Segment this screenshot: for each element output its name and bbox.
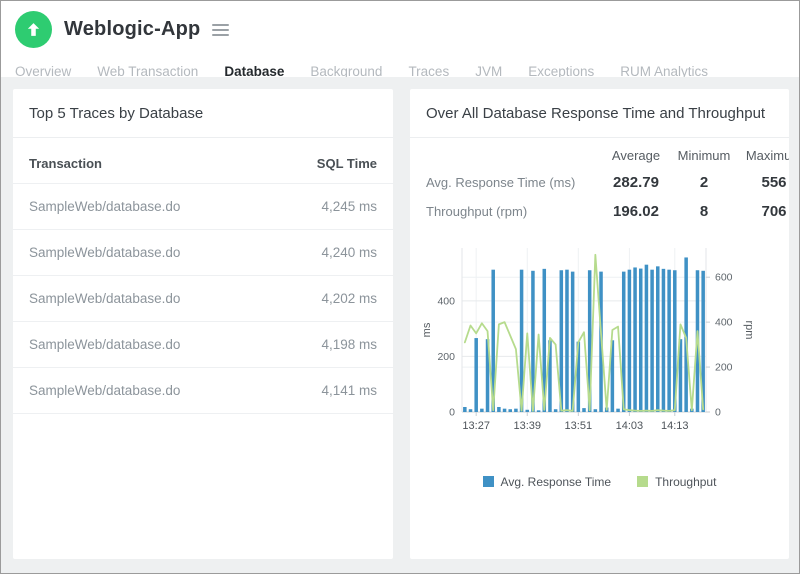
transaction-name[interactable]: SampleWeb/database.do bbox=[13, 229, 266, 275]
svg-text:13:39: 13:39 bbox=[513, 420, 541, 432]
content-area: Top 5 Traces by Database Transaction SQL… bbox=[1, 77, 799, 573]
svg-text:0: 0 bbox=[449, 406, 455, 418]
table-row[interactable]: SampleWeb/database.do 4,198 ms bbox=[13, 321, 393, 367]
stats-summary: Average Minimum Maximum Avg. Response Ti… bbox=[410, 138, 789, 234]
svg-text:14:03: 14:03 bbox=[616, 420, 644, 432]
chart-container: 0 200 400 0 200 400 600 ms rpm 13:27 13:39 13:51 14:… bbox=[416, 240, 789, 453]
svg-text:400: 400 bbox=[437, 295, 455, 307]
page-title: Weblogic-App bbox=[64, 18, 200, 41]
legend-swatch-blue bbox=[483, 476, 494, 487]
column-sql-time: SQL Time bbox=[266, 138, 393, 184]
svg-text:13:27: 13:27 bbox=[462, 420, 490, 432]
transaction-name[interactable]: SampleWeb/database.do bbox=[13, 367, 266, 413]
table-row[interactable]: SampleWeb/database.do 4,240 ms bbox=[13, 229, 393, 275]
top-traces-panel: Top 5 Traces by Database Transaction SQL… bbox=[13, 89, 393, 559]
svg-text:200: 200 bbox=[715, 361, 733, 373]
avg-response-maximum: 556 bbox=[736, 173, 789, 191]
traces-table: Transaction SQL Time SampleWeb/database.… bbox=[13, 138, 393, 414]
legend-label: Throughput bbox=[655, 475, 716, 489]
sql-time-value: 4,141 ms bbox=[266, 367, 393, 413]
legend-swatch-green bbox=[637, 476, 648, 487]
app-header: Weblogic-App bbox=[1, 1, 799, 50]
response-throughput-chart[interactable]: 0 200 400 0 200 400 600 ms rpm 13:27 13:39 13:51 14:… bbox=[416, 240, 756, 448]
transaction-name[interactable]: SampleWeb/database.do bbox=[13, 275, 266, 321]
stats-label: Avg. Response Time (ms) bbox=[426, 173, 600, 193]
arrow-up-icon bbox=[25, 21, 42, 38]
throughput-maximum: 706 bbox=[736, 202, 789, 220]
panel-title-response-throughput: Over All Database Response Time and Thro… bbox=[410, 89, 789, 138]
svg-text:0: 0 bbox=[715, 406, 721, 418]
sql-time-value: 4,245 ms bbox=[266, 183, 393, 229]
svg-text:13:51: 13:51 bbox=[565, 420, 593, 432]
stats-label: Throughput (rpm) bbox=[426, 202, 600, 222]
chart-legend: Avg. Response Time Throughput bbox=[410, 475, 789, 489]
response-throughput-panel: Over All Database Response Time and Thro… bbox=[410, 89, 789, 559]
table-row[interactable]: SampleWeb/database.do 4,141 ms bbox=[13, 367, 393, 413]
sql-time-value: 4,198 ms bbox=[266, 321, 393, 367]
transaction-name[interactable]: SampleWeb/database.do bbox=[13, 321, 266, 367]
traces-table-header: Transaction SQL Time bbox=[13, 138, 393, 184]
svg-text:ms: ms bbox=[421, 322, 433, 337]
throughput-minimum: 8 bbox=[672, 202, 736, 220]
column-transaction: Transaction bbox=[13, 138, 266, 184]
hamburger-menu-icon[interactable] bbox=[210, 18, 231, 42]
app-window: { "header": { "title": "Weblogic-App", "… bbox=[0, 0, 800, 574]
svg-text:400: 400 bbox=[715, 316, 733, 328]
svg-text:14:13: 14:13 bbox=[661, 420, 689, 432]
avg-response-average: 282.79 bbox=[600, 173, 672, 191]
monitor-status-icon bbox=[15, 11, 52, 48]
avg-response-minimum: 2 bbox=[672, 173, 736, 191]
sql-time-value: 4,202 ms bbox=[266, 275, 393, 321]
table-row[interactable]: SampleWeb/database.do 4,245 ms bbox=[13, 183, 393, 229]
legend-item-response-time[interactable]: Avg. Response Time bbox=[483, 475, 612, 489]
sql-time-value: 4,240 ms bbox=[266, 229, 393, 275]
svg-text:200: 200 bbox=[437, 351, 455, 363]
throughput-average: 196.02 bbox=[600, 202, 672, 220]
stats-row-throughput: Throughput (rpm) 196.02 8 706 bbox=[426, 202, 789, 222]
legend-item-throughput[interactable]: Throughput bbox=[637, 475, 716, 489]
panel-title-top-traces: Top 5 Traces by Database bbox=[13, 89, 393, 138]
stats-header-row: Average Minimum Maximum bbox=[426, 148, 789, 163]
svg-text:600: 600 bbox=[715, 271, 733, 283]
legend-label: Avg. Response Time bbox=[501, 475, 612, 489]
stats-row-response-time: Avg. Response Time (ms) 282.79 2 556 bbox=[426, 173, 789, 193]
transaction-name[interactable]: SampleWeb/database.do bbox=[13, 183, 266, 229]
stats-column-maximum: Maximum bbox=[736, 148, 789, 163]
stats-column-minimum: Minimum bbox=[672, 148, 736, 163]
stats-column-average: Average bbox=[600, 148, 672, 163]
svg-text:rpm: rpm bbox=[743, 320, 755, 339]
table-row[interactable]: SampleWeb/database.do 4,202 ms bbox=[13, 275, 393, 321]
